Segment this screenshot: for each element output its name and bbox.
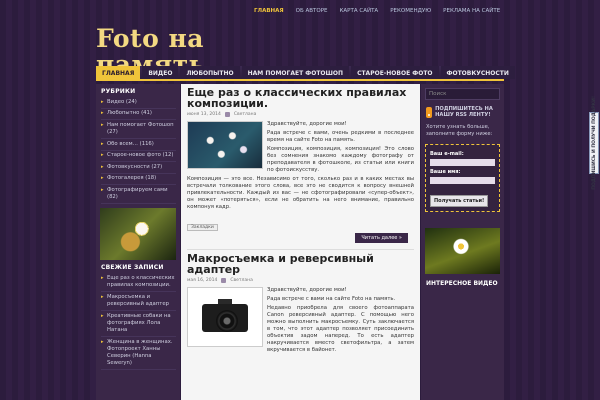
recent-post-item[interactable]: Женщина в женщинах. Фотопроект Ханны Сев… [101,337,176,370]
menu-photoshop[interactable]: НАМ ПОМОГАЕТ ФОТОШОП [241,66,350,79]
category-item[interactable]: Старое-новое фото (12) [101,151,176,162]
category-item[interactable]: Видео (24) [101,97,176,109]
flowers-thumbnail[interactable] [187,121,263,169]
post-meta: июня 13, 2014 Светлана [187,112,414,117]
post-date: мая 16, 2014 [187,278,218,283]
category-item[interactable]: Любопытно (41) [101,109,176,120]
category-item[interactable]: Нам помогает Фотошоп (27) [101,120,176,139]
side-badge-label: ПОДПИШИСЬ И ПОЛУЧИ ПОДАРКИ! [591,96,597,190]
subscribe-button[interactable]: Получать статьи! [430,195,489,207]
menu-photo-treats[interactable]: ФОТОВКУСНОСТИ [440,66,515,79]
categories-list: Видео (24) Любопытно (41) Нам помогает Ф… [96,97,180,204]
daisy-photo [425,228,500,274]
bookmark-share-button[interactable]: Закладки [187,224,218,231]
post-author[interactable]: Светлана [234,112,257,117]
subscribe-form: Ваш e-mail: Ваше имя: Получать статьи! [425,144,500,212]
post: Еще раз о классических правилах композиц… [181,84,420,243]
category-item[interactable]: Фотовкусности (27) [101,162,176,174]
recent-posts-list: Еще раз о классических правилах композиц… [96,273,180,370]
rss-subscribe[interactable]: ПОДПИШИТЕСЬ НА НАШУ RSS ЛЕНТУ! [421,100,504,118]
subscribe-gifts-badge[interactable]: ПОДПИШИСЬ И ПОЛУЧИ ПОДАРКИ! [589,96,599,190]
topnav-recommend[interactable]: РЕКОМЕНДУЮ [384,4,437,18]
main-content: Еще раз о классических правилах композиц… [181,84,420,400]
post-meta: мая 16, 2014 Светлана [187,278,414,283]
menu-home[interactable]: ГЛАВНАЯ [96,66,141,79]
subscribe-note: Хотите узнать больше, заполните форму ни… [426,124,493,137]
read-more-button[interactable]: Читать далее » [355,233,408,243]
rss-icon [426,106,433,118]
recent-post-item[interactable]: Макросъемка и реверсивный адаптер [101,292,176,311]
topnav-about[interactable]: ОБ АВТОРЕ [290,4,334,18]
recent-post-item[interactable]: Креативные собаки на фотографиях Лола На… [101,311,176,337]
user-icon [221,278,227,283]
topnav-sitemap[interactable]: КАРТА САЙТА [334,4,385,18]
recent-posts-title: СВЕЖИЕ ЗАПИСИ [101,264,164,271]
menu-video[interactable]: ВИДЕО [142,66,179,79]
topnav-home[interactable]: ГЛАВНАЯ [248,4,290,18]
main-menu: ГЛАВНАЯ ВИДЕО ЛЮБОПЫТНО НАМ ПОМОГАЕТ ФОТ… [96,66,515,81]
recent-post-item[interactable]: Еще раз о классических правилах композиц… [101,273,176,292]
user-icon [224,112,230,117]
camera-thumbnail[interactable] [187,287,263,347]
post-title[interactable]: Еще раз о классических правилах композиц… [187,87,414,109]
category-item[interactable]: Фотографируем сами (82) [101,185,176,204]
video-widget-title: ИНТЕРЕСНОЕ ВИДЕО [426,280,498,287]
name-label: Ваше имя: [430,169,461,175]
right-sidebar: Поиск ПОДПИШИТЕСЬ НА НАШУ RSS ЛЕНТУ! Хот… [421,84,504,400]
name-field[interactable] [430,177,495,184]
post-paragraph: Композиция — это все. Независимо от того… [187,176,414,210]
category-item[interactable]: Обо всем… (116) [101,139,176,151]
top-nav: ГЛАВНАЯ ОБ АВТОРЕ КАРТА САЙТА РЕКОМЕНДУЮ… [248,4,506,18]
email-label: Ваш e-mail: [430,151,464,157]
topnav-advertising[interactable]: РЕКЛАМА НА САЙТЕ [437,4,506,18]
search-input[interactable]: Поиск [425,88,500,100]
rss-label: ПОДПИШИТЕСЬ НА НАШУ RSS ЛЕНТУ! [435,106,493,118]
post-author[interactable]: Светлана [230,278,253,283]
post: Макросъемка и реверсивный адаптер мая 16… [181,250,420,354]
categories-title: РУБРИКИ [101,88,136,95]
menu-old-new-photo[interactable]: СТАРОЕ-НОВОЕ ФОТО [351,66,439,79]
flower-photo [100,208,176,260]
post-date: июня 13, 2014 [187,112,221,117]
left-sidebar: РУБРИКИ Видео (24) Любопытно (41) Нам по… [96,84,180,400]
menu-curious[interactable]: ЛЮБОПЫТНО [180,66,240,79]
email-field[interactable] [430,159,495,166]
post-title[interactable]: Макросъемка и реверсивный адаптер [187,253,414,275]
category-item[interactable]: Фотогалерея (18) [101,174,176,185]
